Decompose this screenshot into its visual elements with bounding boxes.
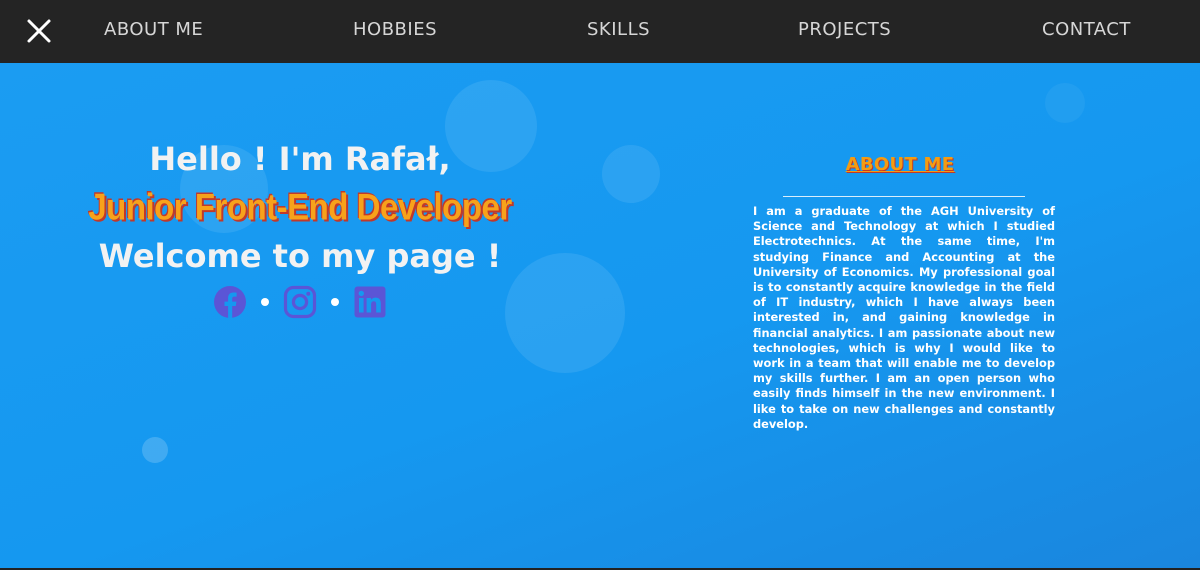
about-divider — [783, 196, 1025, 197]
instagram-icon[interactable] — [283, 285, 317, 319]
nav-link-hobbies[interactable]: HOBBIES — [353, 19, 437, 40]
welcome-text: Welcome to my page ! — [98, 237, 502, 275]
hero-intro: Hello ! I'm Rafał, Junior Front-End Deve… — [60, 135, 540, 319]
social-links — [60, 285, 540, 319]
nav-link-contact[interactable]: CONTACT — [1042, 19, 1131, 40]
top-navigation-bar: ABOUT ME HOBBIES SKILLS PROJECTS CONTACT — [0, 0, 1200, 63]
greeting-text: Hello ! I'm Rafał, — [149, 140, 451, 178]
background-bubble — [602, 145, 660, 203]
separator-dot — [331, 298, 339, 306]
about-me-heading: ABOUT ME — [845, 154, 955, 175]
linkedin-icon[interactable] — [353, 285, 387, 319]
facebook-icon[interactable] — [213, 285, 247, 319]
nav-link-projects[interactable]: PROJECTS — [798, 19, 891, 40]
role-title: Junior Front-End Developer — [88, 185, 512, 228]
nav-link-about-me[interactable]: ABOUT ME — [104, 19, 203, 40]
background-bubble — [1045, 83, 1085, 123]
background-bubble — [142, 437, 168, 463]
close-icon[interactable] — [22, 14, 56, 48]
nav-link-skills[interactable]: SKILLS — [587, 19, 650, 40]
separator-dot — [261, 298, 269, 306]
about-me-paragraph: I am a graduate of the AGH University of… — [753, 204, 1055, 431]
